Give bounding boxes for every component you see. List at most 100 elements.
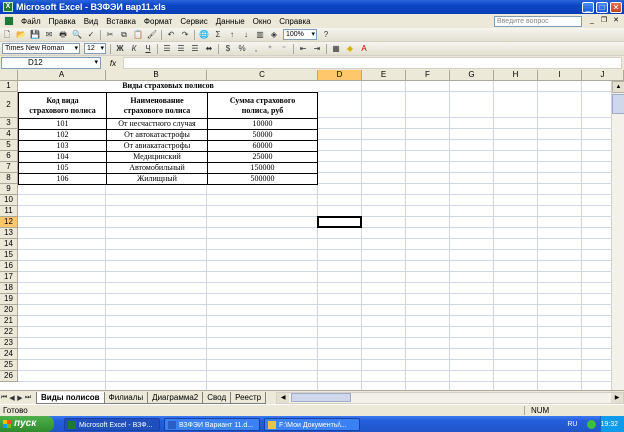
header-cell-name[interactable]: Наименование страхового полиса — [107, 93, 208, 119]
column-header-c[interactable]: C — [207, 70, 318, 81]
tab-vidy-polisov[interactable]: Виды полисов — [36, 391, 105, 404]
paste-icon[interactable]: 📋 — [132, 29, 145, 41]
maximize-button[interactable]: □ — [596, 1, 608, 13]
table-cell[interactable]: 50000 — [208, 130, 318, 141]
currency-icon[interactable]: $ — [222, 43, 235, 55]
row-header[interactable]: 11 — [0, 206, 18, 217]
help-icon[interactable]: ? — [320, 29, 333, 41]
zoom-select[interactable]: 100% — [283, 29, 317, 40]
table-cell[interactable]: 104 — [19, 152, 107, 163]
column-header-j[interactable]: J — [582, 70, 624, 81]
print-icon[interactable]: 🖶 — [57, 29, 70, 41]
doc-minimize-icon[interactable]: _ — [588, 17, 596, 25]
chart-wizard-icon[interactable]: ▥ — [254, 29, 267, 41]
row-header[interactable]: 22 — [0, 327, 18, 338]
column-header-g[interactable]: G — [450, 70, 494, 81]
menu-help[interactable]: Справка — [275, 17, 314, 26]
formula-input[interactable] — [123, 57, 622, 69]
table-cell[interactable]: Жилищный — [107, 174, 208, 185]
decrease-decimal-icon[interactable]: ⁻ — [278, 43, 291, 55]
column-header-d[interactable]: D — [318, 70, 362, 81]
menu-window[interactable]: Окно — [249, 17, 276, 26]
comma-style-icon[interactable]: , — [250, 43, 263, 55]
table-cell[interactable]: 106 — [19, 174, 107, 185]
vertical-scroll-thumb[interactable] — [612, 94, 624, 114]
drawing-icon[interactable]: ◈ — [268, 29, 281, 41]
row-header[interactable]: 6 — [0, 151, 18, 162]
column-header-b[interactable]: B — [106, 70, 207, 81]
sheet-title-cell[interactable]: Виды страховых полисов — [18, 81, 318, 92]
table-cell[interactable]: 105 — [19, 163, 107, 174]
table-cell[interactable]: От авиакатастрофы — [107, 141, 208, 152]
table-cell[interactable]: 25000 — [208, 152, 318, 163]
column-header-a[interactable]: A — [18, 70, 106, 81]
row-header[interactable]: 12 — [0, 217, 18, 228]
header-cell-code[interactable]: Код вида страхового полиса — [19, 93, 107, 119]
start-button[interactable]: пуск — [0, 416, 54, 432]
worksheet-grid[interactable]: A B C D E F G H I J 1 2 3 4 5 6 7 8 9 10… — [0, 70, 624, 390]
row-header[interactable]: 4 — [0, 129, 18, 140]
help-question-input[interactable]: Введите вопрос — [494, 15, 582, 27]
row-header[interactable]: 10 — [0, 195, 18, 206]
fill-color-icon[interactable]: ◆ — [344, 43, 357, 55]
language-indicator[interactable]: RU — [567, 421, 577, 428]
excel-app-icon[interactable]: X — [3, 2, 13, 12]
menu-format[interactable]: Формат — [140, 17, 176, 26]
task-word[interactable]: ВЗФЭИ Вариант 11.d... — [164, 417, 260, 431]
row-header[interactable]: 23 — [0, 338, 18, 349]
scroll-left-icon[interactable]: ◀ — [277, 392, 290, 403]
bold-button[interactable]: Ж — [114, 43, 127, 55]
italic-button[interactable]: К — [128, 43, 141, 55]
name-box[interactable]: D12 — [1, 57, 101, 69]
tab-reestr[interactable]: Реестр — [230, 391, 267, 404]
menu-insert[interactable]: Вставка — [102, 17, 140, 26]
increase-decimal-icon[interactable]: ⁺ — [264, 43, 277, 55]
row-header[interactable]: 20 — [0, 305, 18, 316]
table-cell[interactable]: 103 — [19, 141, 107, 152]
borders-icon[interactable]: ▦ — [330, 43, 343, 55]
cut-icon[interactable]: ✂ — [104, 29, 117, 41]
font-name-select[interactable]: Times New Roman — [2, 43, 80, 54]
percent-icon[interactable]: % — [236, 43, 249, 55]
column-header-h[interactable]: H — [494, 70, 538, 81]
table-cell[interactable]: Автомобильный — [107, 163, 208, 174]
hyperlink-icon[interactable]: 🌐 — [198, 29, 211, 41]
row-header[interactable]: 17 — [0, 272, 18, 283]
font-color-icon[interactable]: A — [358, 43, 371, 55]
tab-diagramma2[interactable]: Диаграмма2 — [147, 391, 204, 404]
row-header[interactable]: 26 — [0, 371, 18, 382]
increase-indent-icon[interactable]: ⇥ — [311, 43, 324, 55]
function-icon[interactable]: fx — [107, 59, 119, 68]
row-header[interactable]: 3 — [0, 118, 18, 129]
copy-icon[interactable]: ⧉ — [118, 29, 131, 41]
doc-restore-icon[interactable]: ❐ — [600, 17, 608, 25]
row-header[interactable]: 15 — [0, 250, 18, 261]
merge-center-icon[interactable]: ⬌ — [203, 43, 216, 55]
decrease-indent-icon[interactable]: ⇤ — [297, 43, 310, 55]
menu-tools[interactable]: Сервис — [176, 17, 211, 26]
table-cell[interactable]: 10000 — [208, 119, 318, 130]
align-left-icon[interactable]: ☰ — [161, 43, 174, 55]
autosum-icon[interactable]: Σ — [212, 29, 225, 41]
column-header-f[interactable]: F — [406, 70, 450, 81]
table-cell[interactable]: 500000 — [208, 174, 318, 185]
row-header[interactable]: 7 — [0, 162, 18, 173]
table-cell[interactable]: 60000 — [208, 141, 318, 152]
redo-icon[interactable]: ↷ — [179, 29, 192, 41]
sort-ascending-icon[interactable]: ↑ — [226, 29, 239, 41]
workbook-icon[interactable] — [4, 16, 14, 26]
save-icon[interactable]: 💾 — [29, 29, 42, 41]
scroll-right-icon[interactable]: ▶ — [611, 392, 623, 403]
table-cell[interactable]: 150000 — [208, 163, 318, 174]
row-header[interactable]: 9 — [0, 184, 18, 195]
align-center-icon[interactable]: ☰ — [175, 43, 188, 55]
underline-button[interactable]: Ч — [142, 43, 155, 55]
column-header-i[interactable]: I — [538, 70, 582, 81]
row-header[interactable]: 21 — [0, 316, 18, 327]
tab-filialy[interactable]: Филиалы — [103, 391, 149, 404]
row-header[interactable]: 25 — [0, 360, 18, 371]
row-header[interactable]: 24 — [0, 349, 18, 360]
align-right-icon[interactable]: ☰ — [189, 43, 202, 55]
table-cell[interactable]: От автокатастрофы — [107, 130, 208, 141]
horizontal-scroll-thumb[interactable] — [291, 393, 352, 402]
